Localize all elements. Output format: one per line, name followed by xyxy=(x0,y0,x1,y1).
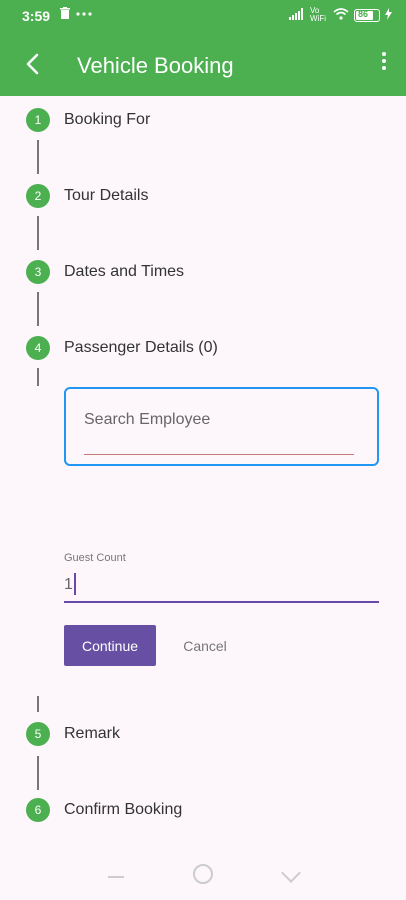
system-nav-bar xyxy=(0,848,406,900)
status-left-icons xyxy=(60,7,92,22)
page-title: Vehicle Booking xyxy=(77,53,234,78)
search-underline xyxy=(84,454,354,455)
battery-icon: 86 xyxy=(354,8,380,22)
step-1-label[interactable]: Booking For xyxy=(64,111,150,129)
status-bar: 3:59 Vo WiFi 86 xyxy=(0,0,406,34)
guest-count-input[interactable] xyxy=(64,571,379,599)
home-icon[interactable] xyxy=(193,864,213,884)
step-6-label[interactable]: Confirm Booking xyxy=(64,801,182,819)
recent-apps-icon[interactable] xyxy=(108,876,124,878)
step-1-indicator[interactable]: 1 xyxy=(26,108,50,132)
signal-icon xyxy=(289,7,305,23)
text-cursor xyxy=(74,573,76,595)
step-connector xyxy=(37,140,39,174)
step-5-label[interactable]: Remark xyxy=(64,725,120,743)
app-bar: Vehicle Booking xyxy=(0,34,406,96)
back-button[interactable] xyxy=(18,48,50,80)
back-arrow-icon xyxy=(26,53,39,75)
step-connector xyxy=(37,292,39,326)
cancel-button[interactable]: Cancel xyxy=(170,625,240,666)
step-2-indicator[interactable]: 2 xyxy=(26,184,50,208)
step-6-indicator[interactable]: 6 xyxy=(26,798,50,822)
wifi-icon xyxy=(333,7,349,23)
status-right-icons: Vo WiFi 86 xyxy=(289,7,392,23)
search-employee-field[interactable] xyxy=(64,387,379,466)
continue-button[interactable]: Continue xyxy=(64,625,156,666)
step-connector xyxy=(37,216,39,250)
guest-count-underline xyxy=(64,601,379,603)
status-time: 3:59 xyxy=(22,8,51,24)
step-4-label[interactable]: Passenger Details (0) xyxy=(64,339,218,357)
step-3-indicator[interactable]: 3 xyxy=(26,260,50,284)
step-2-label[interactable]: Tour Details xyxy=(64,187,148,205)
battery-level: 86 xyxy=(358,8,369,19)
step-4-indicator[interactable]: 4 xyxy=(26,336,50,360)
step-5-indicator[interactable]: 5 xyxy=(26,722,50,746)
overflow-menu-button[interactable] xyxy=(376,52,392,80)
more-vertical-icon xyxy=(382,52,386,56)
system-back-icon[interactable] xyxy=(281,863,301,883)
network-label: Vo WiFi xyxy=(310,6,326,23)
search-employee-input[interactable] xyxy=(84,411,354,429)
step-connector xyxy=(37,696,39,712)
trash-icon xyxy=(60,7,70,22)
step-connector xyxy=(37,756,39,790)
guest-count-label: Guest Count xyxy=(64,552,126,564)
more-horizontal-icon xyxy=(76,7,92,22)
charging-icon xyxy=(385,7,392,23)
step-connector xyxy=(37,368,39,386)
step-3-label[interactable]: Dates and Times xyxy=(64,263,184,281)
